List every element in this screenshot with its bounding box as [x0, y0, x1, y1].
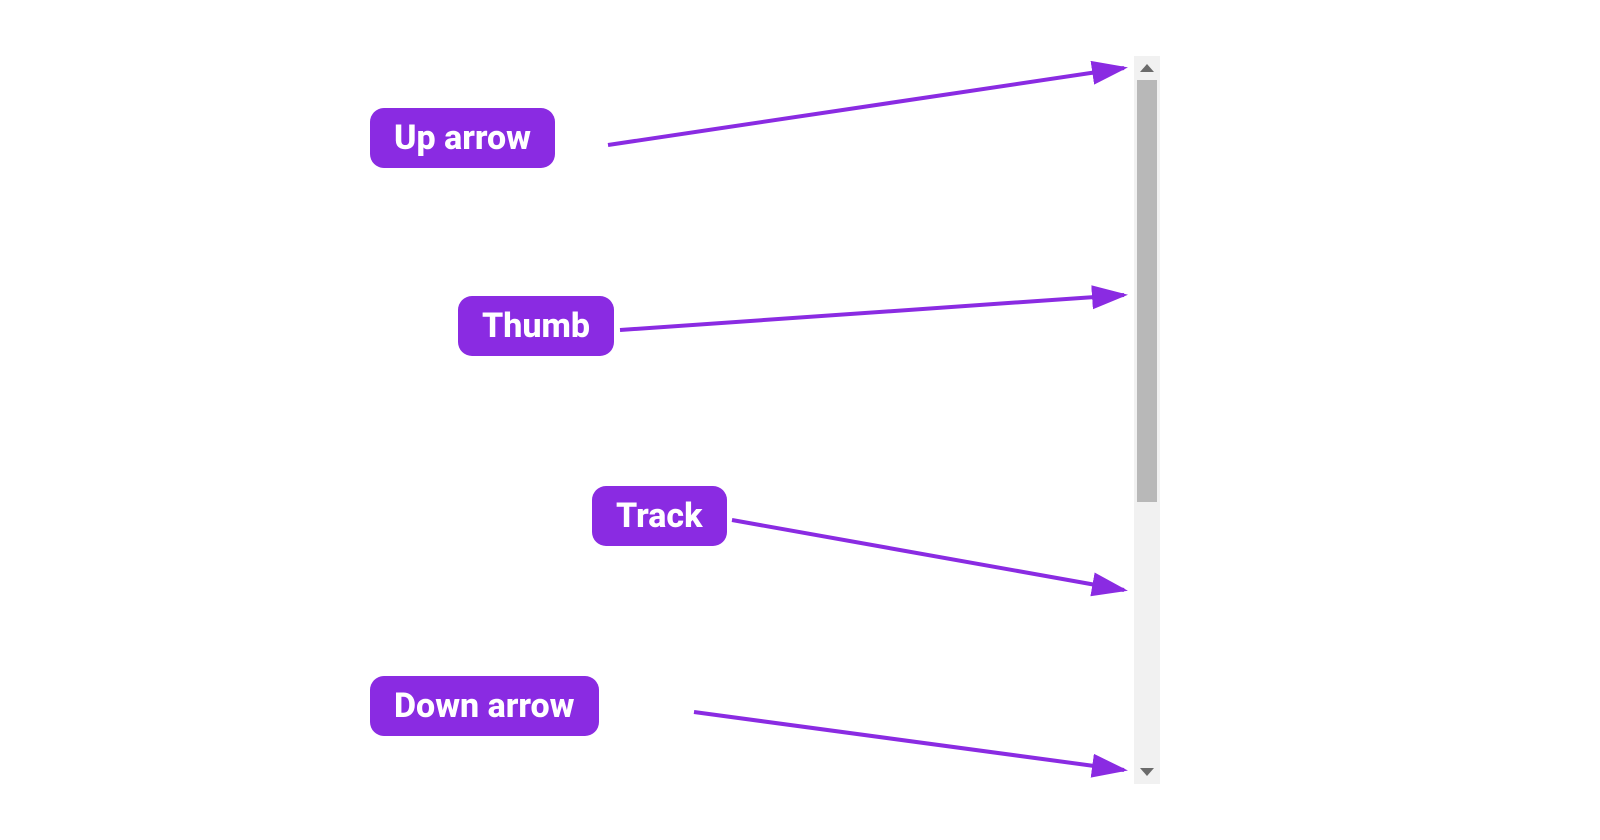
- pointer-line-up-arrow: [608, 68, 1124, 145]
- label-up-arrow: Up arrow: [370, 108, 555, 168]
- label-down-arrow: Down arrow: [370, 676, 599, 736]
- pointer-line-thumb: [620, 295, 1124, 330]
- label-track: Track: [592, 486, 727, 546]
- pointer-line-track: [732, 520, 1124, 590]
- pointer-line-down-arrow: [694, 712, 1124, 770]
- label-thumb: Thumb: [458, 296, 614, 356]
- annotation-arrows: [0, 0, 1600, 840]
